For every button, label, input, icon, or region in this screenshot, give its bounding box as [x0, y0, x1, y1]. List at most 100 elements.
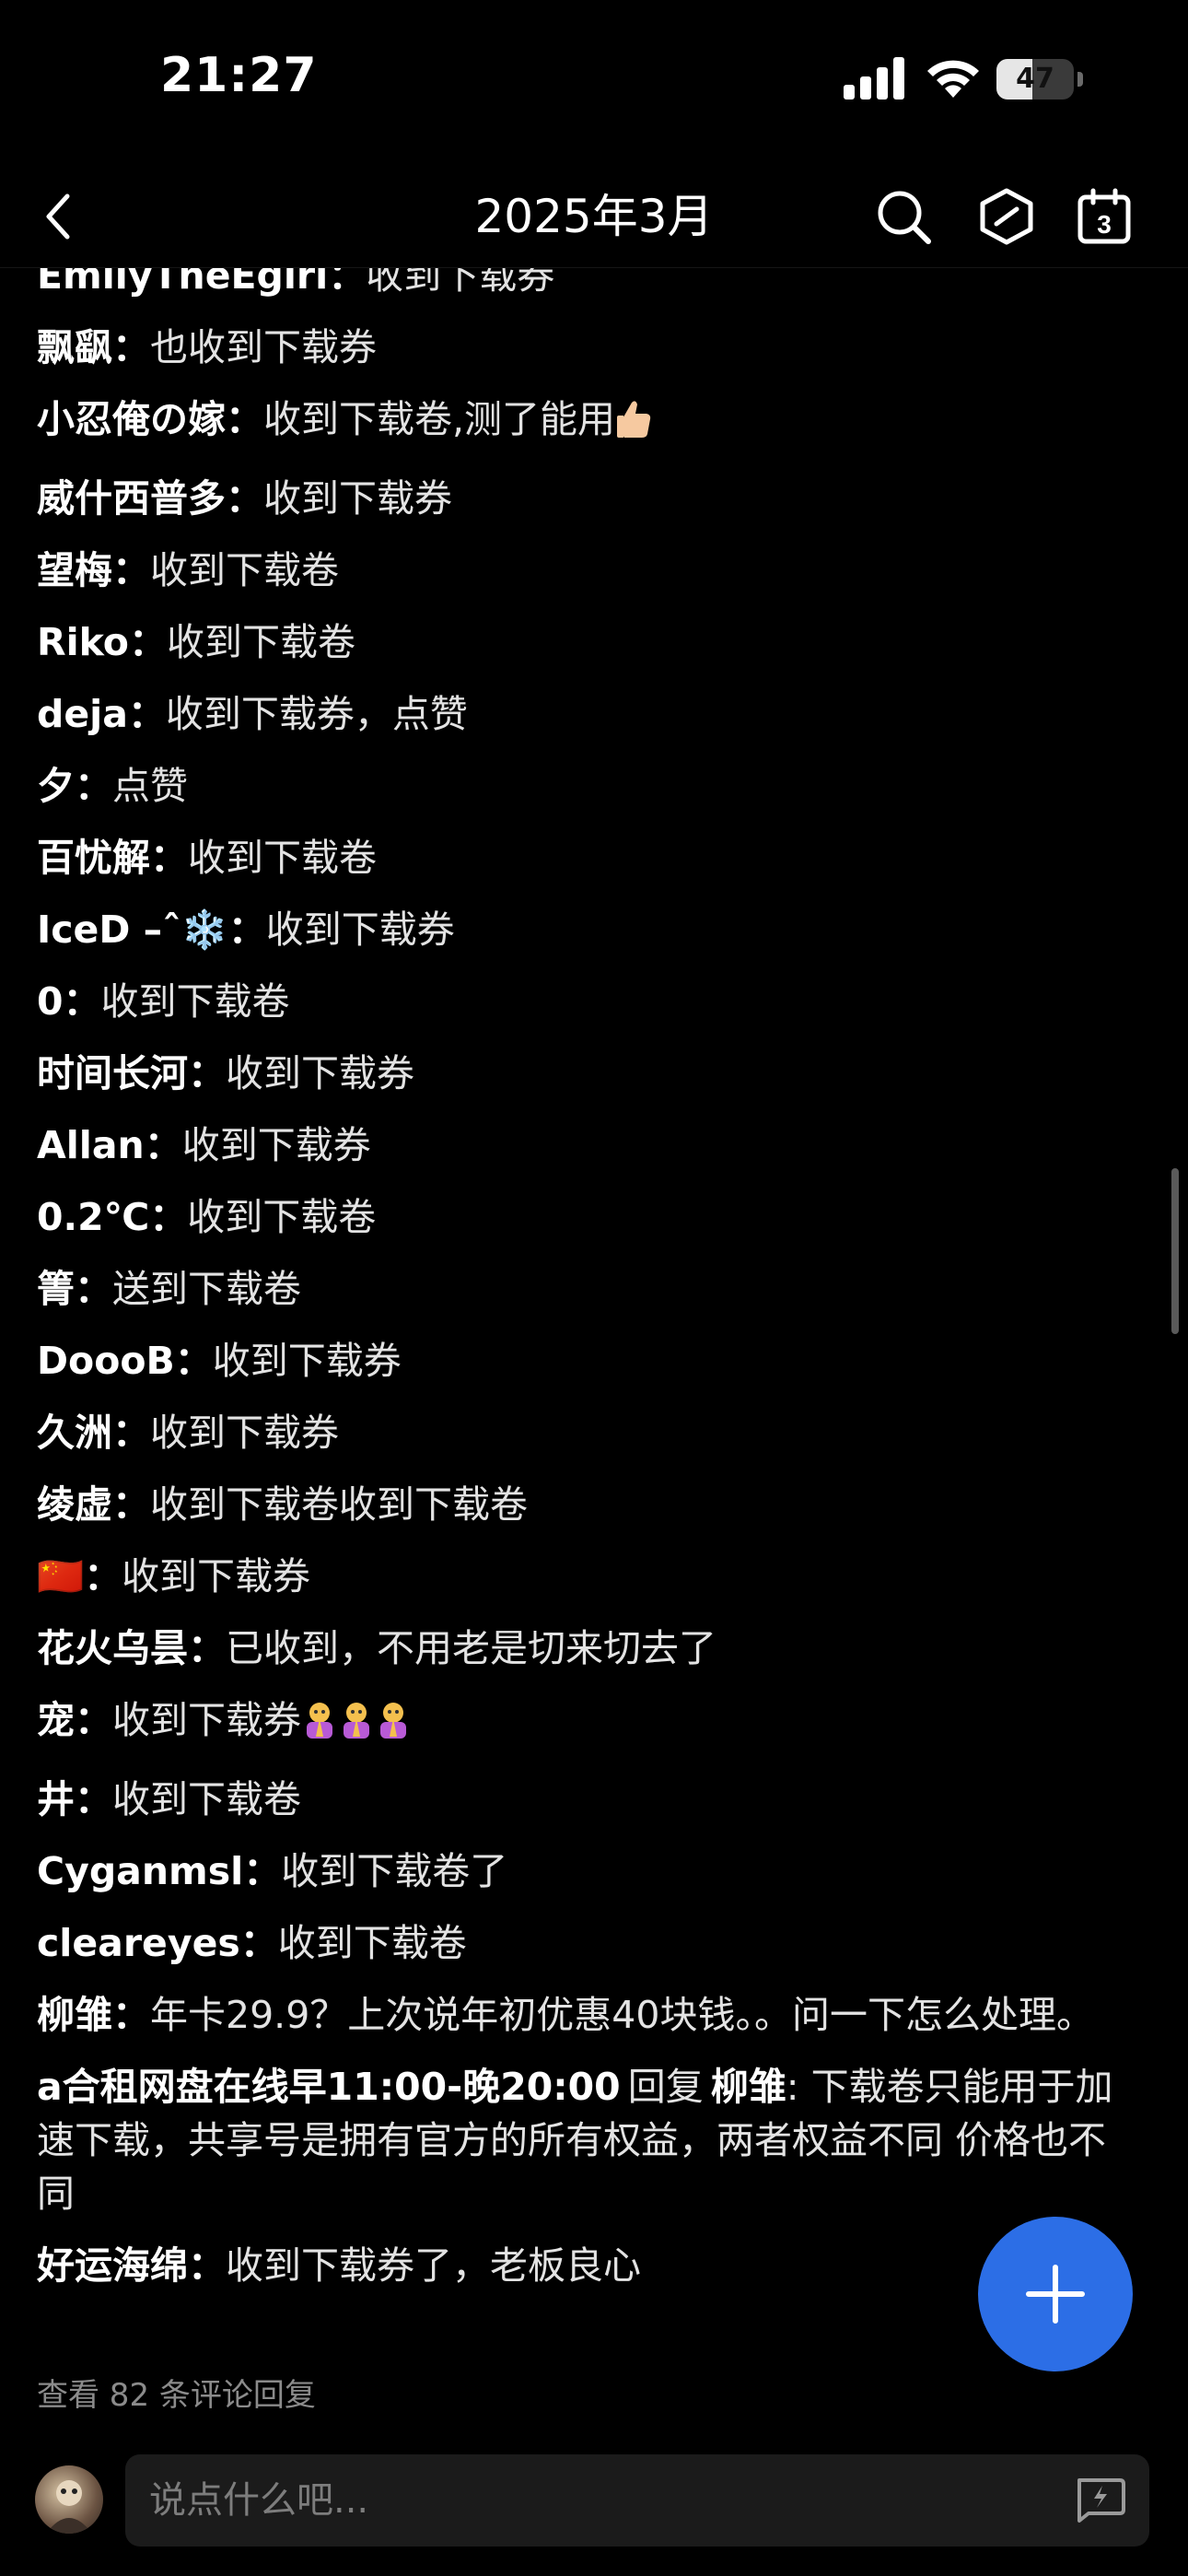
comment-author[interactable]: 望梅 — [37, 548, 112, 592]
comment-author[interactable]: 时间长河 — [37, 1051, 188, 1095]
avatar[interactable] — [35, 2465, 103, 2534]
comment-item[interactable]: IceD –ˆ❄️：收到下载券 — [37, 903, 1142, 956]
comment-author[interactable]: 夕 — [37, 764, 75, 808]
comment-separator: ： — [112, 1993, 150, 2037]
comment-author[interactable]: 柳雏 — [37, 1993, 112, 2037]
comment-text: 收到下载券 — [265, 907, 455, 952]
comment-text: 已收到，不用老是切来切去了 — [226, 1626, 716, 1670]
comment-list: EmilyTheEgirl：收到下载券 飘飖：也收到下载券 小忍俺の嫁：收到下载卷,… — [37, 249, 1142, 2311]
comment-separator: ： — [75, 1777, 112, 1821]
reply-to-author[interactable]: 柳雏 — [711, 2065, 786, 2109]
comment-author[interactable]: 小忍俺の嫁 — [37, 397, 226, 441]
comment-text: 收到下载券了，老板良心 — [226, 2243, 641, 2288]
comment-item[interactable]: 0：收到下载卷 — [37, 975, 1142, 1028]
hexagon-icon[interactable] — [976, 186, 1037, 247]
comment-author[interactable]: 飘飖 — [37, 325, 112, 369]
comment-text: 收到下载券 — [150, 1411, 339, 1455]
comment-text: 收到下载卷 — [112, 1777, 301, 1821]
comment-item[interactable]: Cyganmsl：收到下载卷了 — [37, 1844, 1142, 1898]
comment-separator: ： — [112, 1411, 150, 1455]
comment-item[interactable]: 百忧解：收到下载卷 — [37, 831, 1142, 884]
comment-separator: ： — [75, 1698, 112, 1742]
comment-item[interactable]: Riko：收到下载卷 — [37, 615, 1142, 669]
comment-author[interactable]: 久洲 — [37, 1411, 112, 1455]
comment-separator: ： — [112, 548, 150, 592]
add-button[interactable] — [978, 2217, 1133, 2371]
comment-author[interactable]: 0.2℃ — [37, 1195, 149, 1239]
comment-input[interactable] — [125, 2454, 1149, 2547]
comment-separator: ： — [128, 620, 167, 664]
comment-item[interactable]: 好运海绵：收到下载券了，老板良心 — [37, 2239, 1142, 2292]
comment-item[interactable]: 久洲：收到下载券 — [37, 1406, 1142, 1459]
comment-text: 收到下载卷 — [100, 979, 290, 1024]
comment-text: 收到下载券 — [112, 1698, 301, 1742]
comment-author[interactable]: 井 — [37, 1777, 75, 1821]
battery-icon: 47 — [996, 59, 1085, 100]
comment-item[interactable]: 夕：点赞 — [37, 759, 1142, 813]
comment-author[interactable]: 百忧解 — [37, 836, 150, 880]
search-icon[interactable] — [873, 186, 934, 247]
comment-item[interactable]: 柳雏：年卡29.9？上次说年初优惠40块钱。。问一下怎么处理。 — [37, 1988, 1142, 2042]
wifi-icon — [927, 60, 979, 98]
comment-item[interactable]: a合租网盘在线早11:00-晚20:00 回复 柳雏: 下载卷只能用于加速下载，共享… — [37, 2060, 1142, 2220]
comment-item[interactable]: cleareyes：收到下载卷 — [37, 1916, 1142, 1970]
thumbs-up-icon — [615, 399, 652, 453]
comment-author[interactable]: 威什西普多 — [37, 476, 226, 521]
comment-text: 收到下载券 — [226, 1051, 414, 1095]
comment-separator: ： — [127, 692, 166, 736]
scrollbar[interactable] — [1171, 1168, 1179, 1334]
comment-separator: ： — [188, 1626, 226, 1670]
comment-item[interactable]: 箐：送到下载卷 — [37, 1262, 1142, 1316]
comment-text: 年卡29.9？上次说年初优惠40块钱。。问一下怎么处理。 — [150, 1993, 1094, 2037]
comment-author[interactable]: 箐 — [37, 1267, 75, 1311]
comment-separator: ： — [188, 1051, 226, 1095]
signal-icon — [844, 57, 904, 100]
comment-author[interactable]: 花火乌昙 — [37, 1626, 188, 1670]
comment-item[interactable]: 望梅：收到下载卷 — [37, 544, 1142, 597]
comment-author[interactable]: 0 — [37, 979, 64, 1024]
plus-icon — [1026, 2265, 1085, 2324]
comment-item[interactable]: 绫虚：收到下载卷收到下载卷 — [37, 1478, 1142, 1531]
comment-separator: ： — [112, 1482, 150, 1527]
comment-author[interactable]: 宠 — [37, 1698, 75, 1742]
comment-item[interactable]: 时间长河：收到下载券 — [37, 1047, 1142, 1100]
comment-author[interactable]: IceD –ˆ❄️ — [37, 907, 228, 952]
comment-separator: ： — [239, 1921, 278, 1965]
quick-reply-icon[interactable] — [1072, 2476, 1127, 2524]
comment-text: 收到下载券 — [212, 1339, 402, 1383]
comment-item[interactable]: 0.2℃：收到下载卷 — [37, 1190, 1142, 1244]
calendar-icon[interactable]: 3 — [1074, 186, 1135, 247]
comment-author[interactable]: 好运海绵 — [37, 2243, 188, 2288]
comment-text: 收到下载券，点赞 — [165, 692, 468, 736]
calendar-day: 3 — [1097, 210, 1112, 239]
comment-author[interactable]: a合租网盘在线早11:00-晚20:00 — [37, 2065, 621, 2109]
comment-separator: ： — [63, 979, 101, 1024]
comment-author[interactable]: 🇨🇳 — [37, 1554, 84, 1598]
comment-text: 点赞 — [112, 764, 188, 808]
comment-item[interactable]: 🇨🇳：收到下载券 — [37, 1550, 1142, 1603]
comment-separator: ： — [174, 1339, 213, 1383]
comment-text: 收到下载卷了 — [281, 1849, 508, 1893]
comment-item[interactable]: 飘飖：也收到下载券 — [37, 321, 1142, 374]
comment-item[interactable]: 威什西普多：收到下载券 — [37, 472, 1142, 525]
comment-text: 也收到下载券 — [150, 325, 377, 369]
comment-item[interactable]: 花火乌昙：已收到，不用老是切来切去了 — [37, 1622, 1142, 1675]
comment-item[interactable]: 小忍俺の嫁：收到下载卷,测了能用 — [37, 392, 1142, 453]
comment-author[interactable]: 绫虚 — [37, 1482, 112, 1527]
comment-item[interactable]: Allan：收到下载券 — [37, 1118, 1142, 1172]
comment-separator: ： — [75, 1267, 112, 1311]
nav-bar: 2025年3月 3 — [0, 166, 1188, 268]
comment-text: 收到下载券 — [263, 476, 452, 521]
comment-separator: ： — [112, 325, 150, 369]
comment-item[interactable]: deja：收到下载券，点赞 — [37, 687, 1142, 741]
comment-author[interactable]: DoooB — [37, 1339, 175, 1383]
comment-author[interactable]: Cyganmsl — [37, 1849, 243, 1893]
view-replies-link[interactable]: 查看 82 条评论回复 — [37, 2370, 316, 2415]
comment-author[interactable]: Allan — [37, 1123, 145, 1167]
comment-item[interactable]: 井：收到下载卷 — [37, 1773, 1142, 1826]
comment-author[interactable]: cleareyes — [37, 1921, 240, 1965]
comment-item[interactable]: 宠：收到下载券 — [37, 1693, 1142, 1754]
comment-author[interactable]: Riko — [37, 620, 129, 664]
comment-item[interactable]: DoooB：收到下载券 — [37, 1334, 1142, 1388]
comment-author[interactable]: deja — [37, 692, 128, 736]
